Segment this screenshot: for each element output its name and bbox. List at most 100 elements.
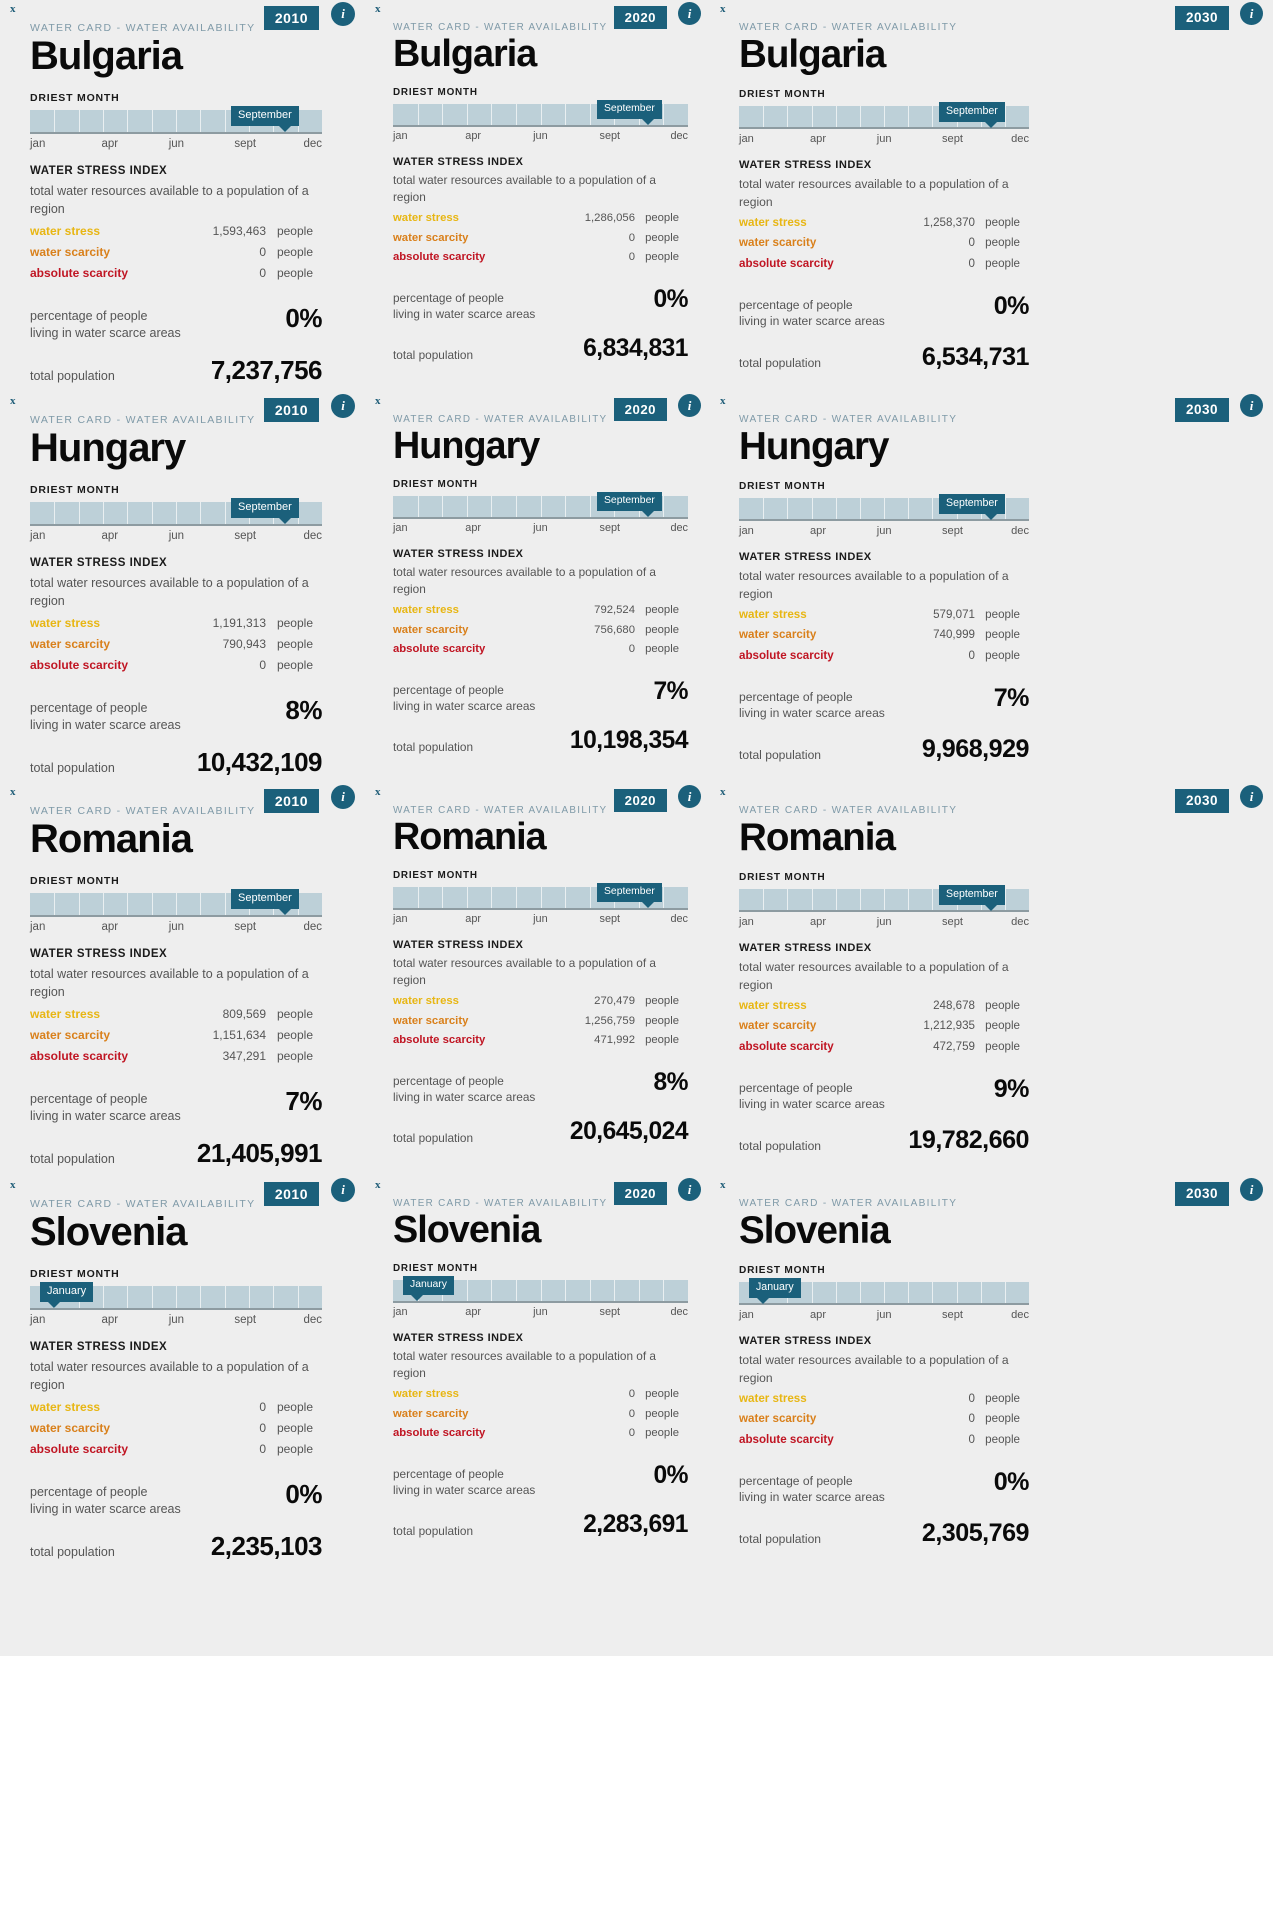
year-badge[interactable]: 2030 [1174, 398, 1229, 422]
info-icon[interactable]: i [1240, 1178, 1263, 1201]
close-icon[interactable]: x [375, 787, 381, 798]
metric-unit-water-stress: people [276, 1007, 313, 1021]
driest-month-slider[interactable]: September [30, 106, 322, 134]
year-badge[interactable]: 2020 [613, 398, 667, 422]
slider-tick [466, 496, 468, 517]
year-badge[interactable]: 2020 [613, 6, 667, 30]
close-icon[interactable]: x [10, 396, 16, 407]
percentage-value: 0% [653, 286, 688, 313]
close-icon[interactable]: x [375, 396, 381, 407]
metric-label-water-scarcity: water scarcity [393, 1015, 469, 1027]
driest-month-label: DRIEST MONTH [393, 1263, 478, 1274]
year-badge[interactable]: 2010 [263, 6, 319, 30]
driest-month-pin[interactable]: January [403, 1276, 454, 1302]
year-badge[interactable]: 2030 [1174, 1182, 1229, 1206]
close-icon[interactable]: x [10, 787, 16, 798]
year-badge[interactable]: 2010 [263, 789, 319, 813]
metric-unit-water-scarcity: people [985, 628, 1020, 641]
driest-month-slider[interactable]: January [30, 1282, 322, 1310]
slider-tick [859, 889, 861, 910]
metric-label-water-scarcity: water scarcity [30, 637, 111, 651]
slider-tick [417, 887, 419, 908]
driest-month-slider[interactable]: September [30, 889, 322, 917]
slider-tick [763, 889, 765, 910]
country-title: Hungary [30, 426, 186, 470]
slider-tick [224, 110, 226, 132]
slider-tick [663, 1280, 665, 1301]
driest-month-pin[interactable]: September [231, 106, 299, 132]
driest-month-pin[interactable]: September [597, 100, 662, 126]
info-icon[interactable]: i [331, 2, 355, 26]
driest-month-slider[interactable]: September [393, 492, 688, 519]
year-badge[interactable]: 2020 [613, 789, 667, 813]
slider-tick [54, 893, 56, 915]
info-icon[interactable]: i [1240, 785, 1263, 808]
close-icon[interactable]: x [720, 4, 726, 15]
month-tick-jan: jan [30, 921, 46, 933]
close-icon[interactable]: x [720, 396, 726, 407]
driest-month-pin[interactable]: January [40, 1282, 94, 1308]
driest-month-pin[interactable]: January [749, 1278, 801, 1304]
close-icon[interactable]: x [375, 4, 381, 15]
driest-month-slider[interactable]: September [739, 885, 1029, 912]
info-icon[interactable]: i [678, 2, 701, 25]
country-title: Slovenia [30, 1210, 188, 1254]
driest-month-slider[interactable]: September [393, 100, 688, 127]
slider-tick [78, 893, 80, 915]
driest-month-slider[interactable]: January [739, 1278, 1029, 1305]
slider-tick [273, 1286, 275, 1308]
year-badge[interactable]: 2030 [1174, 789, 1229, 813]
month-tick-sept: sept [942, 916, 963, 928]
total-population-value: 7,237,756 [210, 355, 323, 385]
year-badge[interactable]: 2020 [613, 1182, 667, 1206]
card-eyebrow: WATER CARD - WATER AVAILABILITY [30, 1198, 256, 1210]
slider-tick [515, 887, 517, 908]
info-icon[interactable]: i [678, 1178, 701, 1201]
metric-unit-water-scarcity: people [276, 1421, 313, 1435]
water-stress-index-title: WATER STRESS INDEX [30, 165, 168, 177]
info-icon[interactable]: i [331, 785, 355, 809]
metric-value-water-scarcity: 0 [968, 236, 975, 249]
percentage-value: 7% [993, 684, 1030, 712]
month-tick-apr: apr [810, 916, 827, 928]
info-icon[interactable]: i [678, 394, 701, 417]
driest-month-slider[interactable]: September [739, 494, 1029, 521]
slider-tick [835, 106, 837, 127]
slider-tick [491, 496, 493, 517]
driest-month-slider[interactable]: January [393, 1276, 688, 1303]
metric-label-water-scarcity: water scarcity [739, 1019, 817, 1032]
close-icon[interactable]: x [720, 787, 726, 798]
info-icon[interactable]: i [331, 1178, 355, 1202]
info-icon[interactable]: i [678, 785, 701, 808]
close-icon[interactable]: x [375, 1180, 381, 1191]
driest-month-pin[interactable]: September [231, 889, 299, 915]
metric-unit-absolute-scarcity: people [276, 266, 313, 280]
year-badge[interactable]: 2010 [263, 398, 319, 422]
close-icon[interactable]: x [10, 4, 16, 15]
driest-month-pin[interactable]: September [231, 498, 299, 524]
close-icon[interactable]: x [10, 1180, 16, 1191]
driest-month-pin[interactable]: September [939, 102, 1005, 128]
driest-month-slider[interactable]: September [30, 498, 322, 526]
metric-label-absolute-scarcity: absolute scarcity [393, 1427, 486, 1439]
metric-unit-water-scarcity: people [985, 1412, 1020, 1425]
metric-unit-water-scarcity: people [985, 236, 1020, 249]
info-icon[interactable]: i [1240, 2, 1263, 25]
driest-month-pin[interactable]: September [597, 492, 662, 518]
driest-month-slider[interactable]: September [393, 883, 688, 910]
close-icon[interactable]: x [720, 1180, 726, 1191]
metric-value-water-scarcity: 756,680 [594, 624, 635, 636]
month-tick-jun: jun [168, 138, 185, 150]
year-badge[interactable]: 2030 [1174, 6, 1229, 30]
water-stress-index-description: total water resources available to a pop… [393, 1349, 656, 1381]
driest-month-pin[interactable]: September [939, 494, 1005, 520]
year-badge[interactable]: 2010 [263, 1182, 319, 1206]
driest-month-slider[interactable]: September [739, 102, 1029, 129]
driest-month-pin[interactable]: September [939, 885, 1005, 911]
driest-month-pin[interactable]: September [597, 883, 662, 909]
info-icon[interactable]: i [1240, 394, 1263, 417]
slider-tick [103, 502, 104, 524]
driest-month-label: DRIEST MONTH [393, 479, 478, 490]
month-tick-apr: apr [101, 138, 119, 150]
info-icon[interactable]: i [331, 394, 355, 418]
